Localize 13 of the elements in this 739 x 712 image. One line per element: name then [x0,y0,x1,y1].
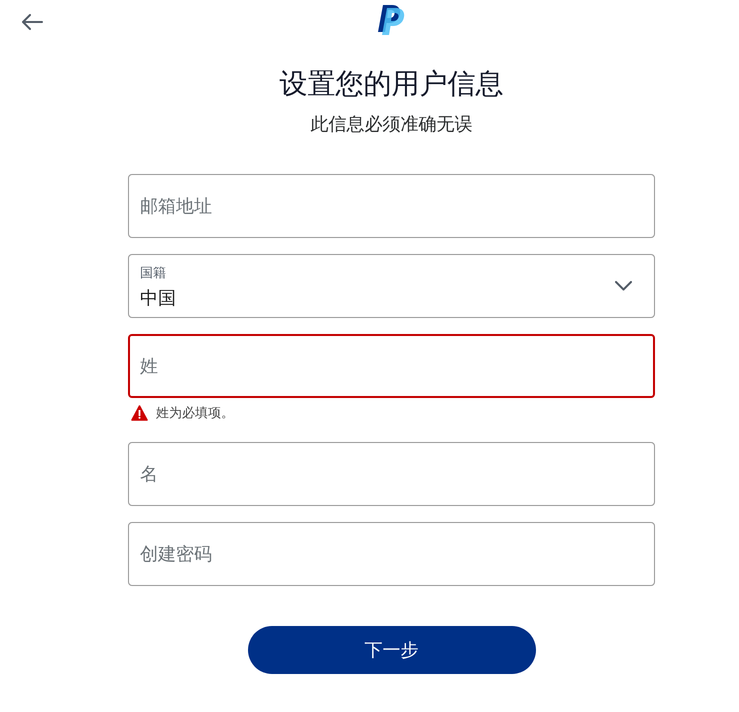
input-field[interactable]: 名 [128,442,655,506]
country-select[interactable]: 国籍 中国 [128,254,655,318]
input-field[interactable]: 姓 [128,334,655,398]
input-field[interactable]: 邮箱地址 [128,174,655,238]
back-arrow-icon[interactable] [21,14,43,30]
input-field[interactable]: 创建密码 [128,522,655,586]
next-button[interactable]: 下一步 [248,626,536,674]
logo-icon [378,5,405,35]
chevron-down-icon [615,281,632,291]
page-title: 设置您的用户信息 [280,67,504,101]
page-subtitle: 此信息必须准确无误 [310,113,472,135]
error-message: 姓为必填项。 [156,404,234,422]
warning-icon [131,405,148,421]
